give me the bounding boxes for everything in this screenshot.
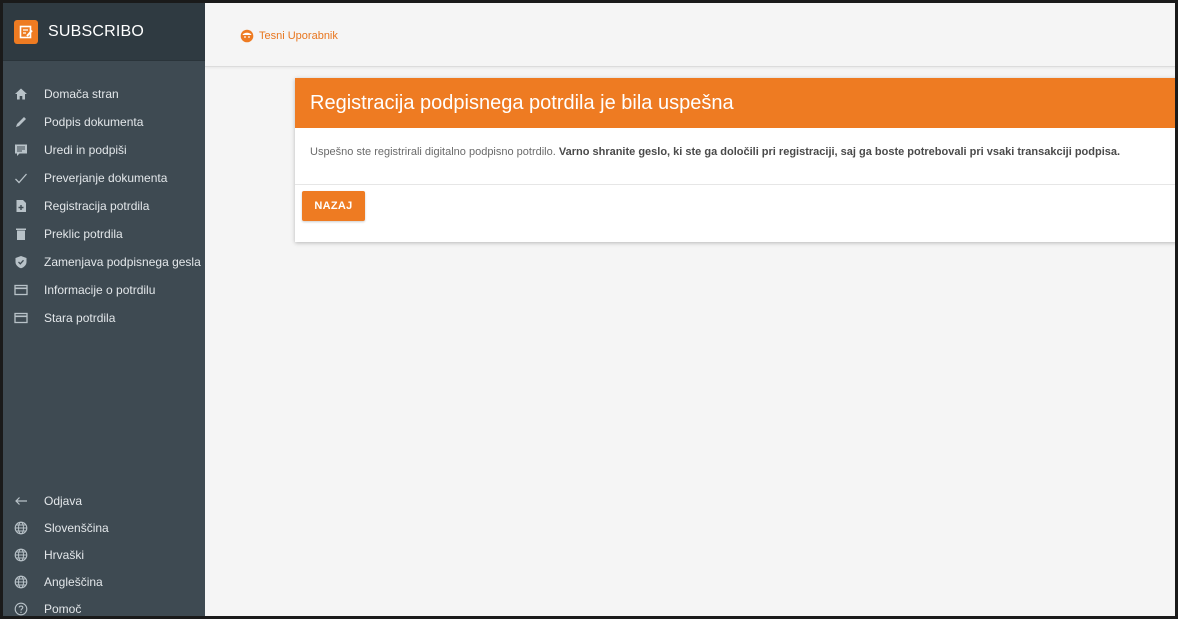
sidebar-item-label: Preklic potrdila — [44, 227, 123, 241]
back-button[interactable]: NAZAJ — [302, 191, 365, 221]
user-menu-link[interactable]: Tesni Uporabnik — [240, 29, 338, 43]
sidebar-item-label: Zamenjava podpisnega gesla — [44, 255, 201, 269]
user-face-icon — [240, 29, 254, 43]
help-icon — [13, 601, 29, 617]
success-card: Registracija podpisnega potrdila je bila… — [295, 78, 1175, 242]
shield-icon — [13, 254, 29, 270]
pen-icon — [13, 114, 29, 130]
brand[interactable]: SUBSCRIBO — [3, 3, 205, 61]
sidebar-item-help[interactable]: Pomoč — [3, 595, 205, 617]
message-warning-text: Varno shranite geslo, ki ste ga določili… — [558, 146, 1121, 158]
sidebar-item-verify-document[interactable]: Preverjanje dokumenta — [3, 164, 205, 192]
sidebar-item-label: Registracija potrdila — [44, 199, 150, 213]
sidebar-item-label: Domača stran — [44, 87, 119, 101]
sidebar-item-label: Hrvaški — [44, 547, 85, 562]
sidebar-item-certificate-information[interactable]: Informacije o potrdilu — [3, 276, 205, 304]
card-title: Registracija podpisnega potrdila je bila… — [295, 78, 1175, 128]
sidebar-item-label: Pomoč — [44, 601, 82, 616]
user-name: Tesni Uporabnik — [259, 30, 338, 42]
sidebar-item-change-signing-password[interactable]: Zamenjava podpisnega gesla — [3, 248, 205, 276]
sidebar-item-label: Podpis dokumenta — [44, 115, 144, 129]
sidebar-item-logout[interactable]: Odjava — [3, 487, 205, 514]
check-icon — [13, 170, 29, 186]
sidebar-item-label: Preverjanje dokumenta — [44, 171, 168, 185]
sidebar-item-language-croatian[interactable]: Hrvaški — [3, 541, 205, 568]
sidebar-bottom-nav: Odjava Slovenščina Hrvaški Angleščina Po… — [3, 487, 205, 617]
globe-icon — [13, 574, 29, 590]
edit-list-icon — [13, 142, 29, 158]
card-message: Uspešno ste registrirali digitalno podpi… — [295, 128, 1175, 185]
subscribo-logo-icon — [14, 19, 38, 44]
sidebar-item-label: Odjava — [44, 493, 83, 508]
sidebar-item-label: Informacije o potrdilu — [44, 283, 156, 297]
sidebar-item-label: Angleščina — [44, 574, 103, 589]
sidebar-item-language-slovenian[interactable]: Slovenščina — [3, 514, 205, 541]
sidebar-item-label: Uredi in podpiši — [44, 143, 127, 157]
sidebar-item-certificate-registration[interactable]: Registracija potrdila — [3, 192, 205, 220]
sidebar-item-home[interactable]: Domača stran — [3, 80, 205, 108]
sidebar-item-label: Stara potrdila — [44, 311, 116, 325]
globe-icon — [13, 520, 29, 536]
arrow-left-icon — [13, 493, 29, 509]
app-title: SUBSCRIBO — [48, 22, 145, 40]
topbar: Tesni Uporabnik — [205, 3, 1175, 67]
sidebar-nav: Domača stran Podpis dokumenta Uredi in p… — [3, 61, 205, 332]
file-plus-icon — [13, 198, 29, 214]
sidebar-item-certificate-revocation[interactable]: Preklic potrdila — [3, 220, 205, 248]
message-text: Uspešno ste registrirali digitalno podpi… — [310, 146, 559, 158]
app-frame: SUBSCRIBO Domača stran Podpis dokumenta … — [0, 0, 1178, 619]
card-icon — [13, 310, 29, 326]
sidebar-item-label: Slovenščina — [44, 520, 109, 535]
sidebar-item-language-english[interactable]: Angleščina — [3, 568, 205, 595]
card-actions: NAZAJ — [295, 185, 1175, 221]
card-icon — [13, 282, 29, 298]
sidebar: SUBSCRIBO Domača stran Podpis dokumenta … — [3, 3, 205, 617]
trash-icon — [13, 226, 29, 242]
home-icon — [13, 86, 29, 102]
globe-icon — [13, 547, 29, 563]
sidebar-item-sign-document[interactable]: Podpis dokumenta — [3, 108, 205, 136]
sidebar-item-old-certificates[interactable]: Stara potrdila — [3, 304, 205, 332]
sidebar-item-edit-and-sign[interactable]: Uredi in podpiši — [3, 136, 205, 164]
